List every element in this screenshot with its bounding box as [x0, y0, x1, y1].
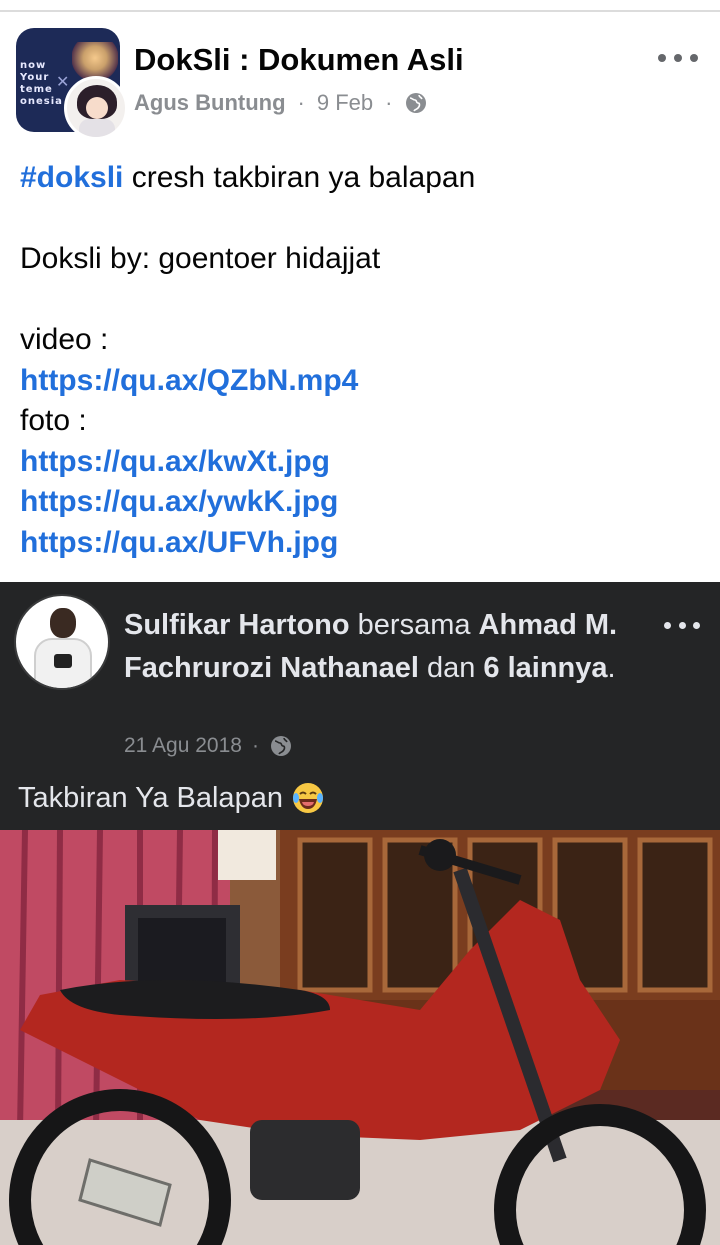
post-header: now Your teme onesia ✕ DokSli : Dokumen … [0, 24, 720, 144]
embedded-separator: · [251, 734, 259, 757]
globe-icon [404, 91, 428, 115]
motorcycle-photo-art [0, 830, 720, 1245]
post-meta: Agus Buntung · 9 Feb · [134, 88, 428, 118]
embedded-period: . [607, 652, 616, 684]
meta-separator: · [385, 90, 393, 115]
embedded-screenshot[interactable]: Sulfikar Hartono bersama Ahmad M. Fachru… [0, 582, 720, 1245]
hashtag-link[interactable]: #doksli [20, 161, 123, 194]
tears-of-joy-emoji-icon [291, 781, 325, 815]
video-link[interactable]: https://qu.ax/QZbN.mp4 [20, 361, 710, 402]
motorcycle-photo[interactable] [0, 830, 720, 1245]
post-date[interactable]: 9 Feb [317, 90, 373, 116]
video-label: video : [20, 323, 109, 356]
group-name[interactable]: DokSli : Dokumen Asli [134, 42, 464, 78]
meta-separator: · [297, 90, 305, 115]
embedded-author-avatar [14, 594, 110, 690]
post-first-line-text: cresh takbiran ya balapan [123, 161, 476, 194]
top-divider [0, 10, 720, 12]
embedded-author: Sulfikar Hartono [124, 609, 350, 641]
photo-link-3[interactable]: https://qu.ax/UFVh.jpg [20, 523, 710, 564]
photo-link-2[interactable]: https://qu.ax/ywkK.jpg [20, 482, 710, 523]
embedded-header-text: Sulfikar Hartono bersama Ahmad M. Fachru… [124, 604, 644, 690]
photo-link-1[interactable]: https://qu.ax/kwXt.jpg [20, 442, 710, 483]
more-options-icon[interactable] [658, 48, 698, 68]
author-avatar[interactable] [64, 76, 128, 140]
embedded-date: 21 Agu 2018 [124, 734, 242, 757]
embedded-with-word: bersama [349, 609, 479, 641]
post-author[interactable]: Agus Buntung [134, 90, 286, 116]
post-text: #doksli cresh takbiran ya balapan Doksli… [20, 158, 710, 563]
embedded-globe-icon [269, 734, 293, 758]
embedded-caption: Takbiran Ya Balapan [18, 780, 325, 816]
post-first-line: #doksli cresh takbiran ya balapan [20, 158, 710, 199]
embedded-meta: 21 Agu 2018 · [124, 732, 293, 760]
avatar-x-decoration: ✕ [56, 74, 70, 91]
embedded-others: 6 lainnya [483, 652, 608, 684]
photo-label: foto : [20, 404, 87, 437]
embedded-caption-text: Takbiran Ya Balapan [18, 781, 283, 814]
embedded-more-icon [664, 618, 700, 632]
post-credit: Doksli by: goentoer hidajjat [20, 242, 381, 275]
embedded-and-word: dan [418, 652, 484, 684]
